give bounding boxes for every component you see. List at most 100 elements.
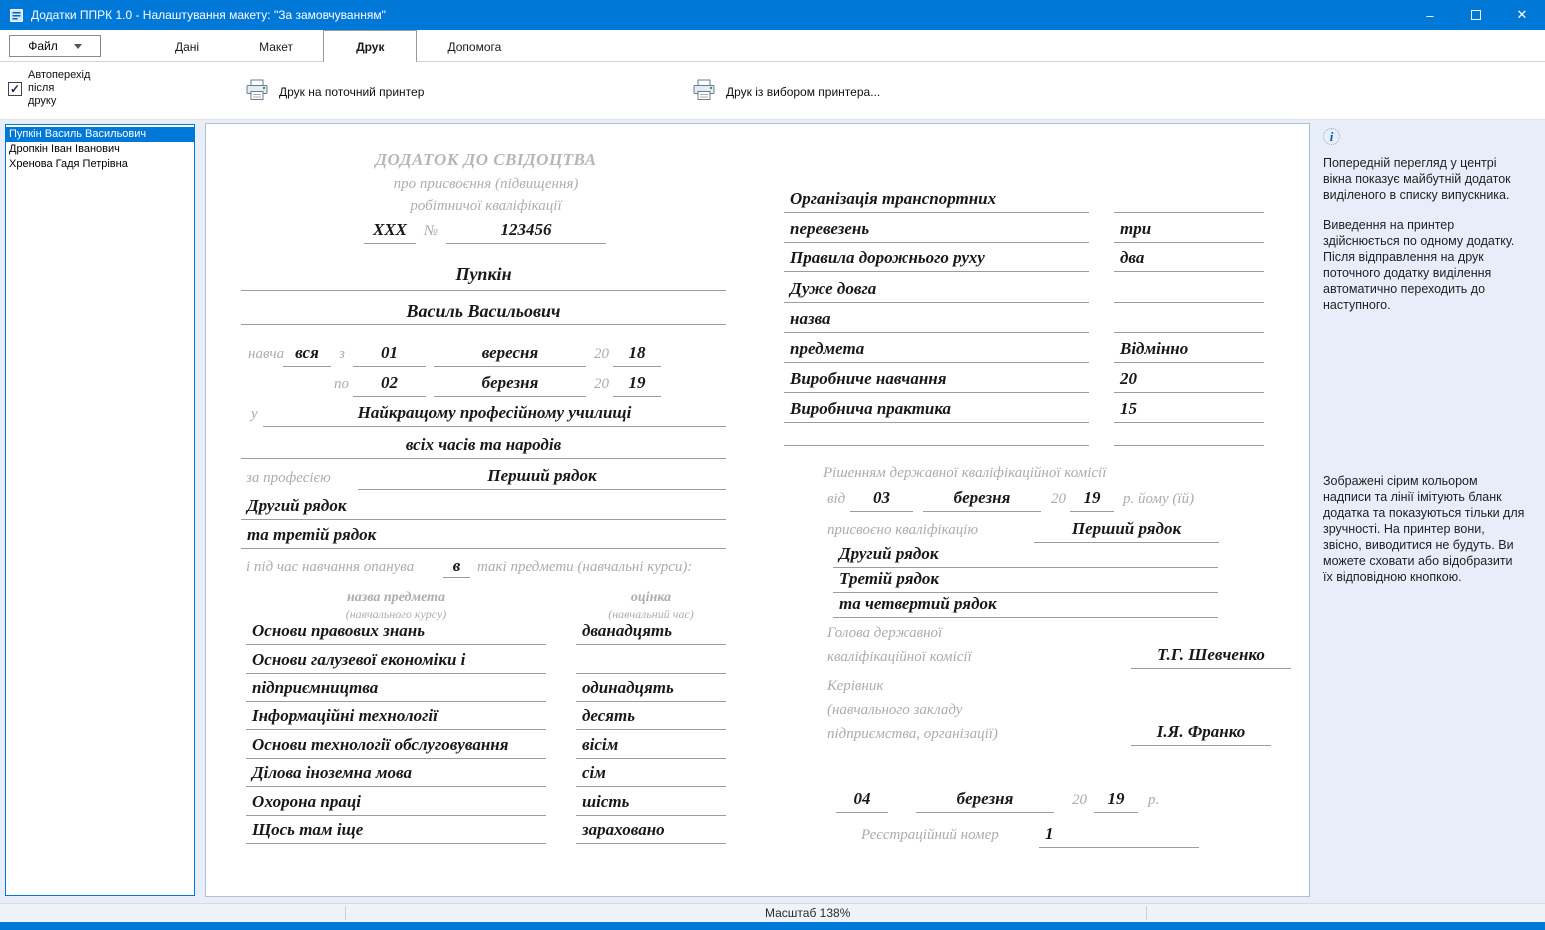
file-menu-dropdown[interactable]: Файл — [9, 35, 101, 57]
list-item-student[interactable]: Пупкін Василь Васильович — [6, 127, 194, 142]
studied-fill-field: вся — [283, 340, 331, 367]
subject-name: Ділова іноземна мова — [246, 760, 546, 787]
chevron-down-icon — [74, 44, 82, 49]
subject-grade — [1114, 186, 1264, 213]
student-list: Пупкін Василь Васильович Дропкін Іван Ів… — [5, 124, 195, 896]
subject-name: Виробниче навчання — [784, 366, 1089, 393]
subject-name: Основи правових знань — [246, 618, 546, 645]
issue-day-field: 04 — [836, 786, 888, 813]
decision-suffix-label: р. йому (їй) — [1123, 491, 1194, 508]
profession-field-2: Другий рядок — [241, 493, 726, 520]
decision-month-field: березня — [923, 485, 1041, 512]
tab-print[interactable]: Друк — [323, 30, 417, 62]
subject-grade: Відмінно — [1114, 336, 1264, 363]
subject-name: підприємництва — [246, 675, 546, 702]
subject-name: Щось там іще — [246, 817, 546, 844]
minimize-button[interactable]: – — [1407, 0, 1453, 30]
studied-prefix-label: навча — [248, 346, 284, 363]
qualification-field-3: Третій рядок — [833, 566, 1218, 593]
file-menu-label: Файл — [28, 39, 58, 53]
close-button[interactable]: ✕ — [1499, 0, 1545, 30]
help-paragraph-2: Виведення на принтер здійснюється по одн… — [1323, 217, 1525, 249]
window-bottom-edge — [0, 922, 1545, 930]
subject-grade: два — [1114, 245, 1264, 272]
column-grade-header: оцінка — [576, 590, 726, 606]
decision-year-field: 19 — [1070, 485, 1114, 512]
from-day-field: 01 — [353, 340, 426, 367]
subject-grade: десять — [576, 703, 726, 730]
window-controls: – ✕ — [1407, 0, 1545, 30]
director-label-2: (навчального закладу — [827, 702, 962, 719]
series-field: XXX — [364, 217, 416, 244]
to-month-field: березня — [434, 370, 586, 397]
certificate-preview: ДОДАТОК ДО СВІДОЦТВА про присвоєння (під… — [205, 123, 1310, 897]
director-signature-field: І.Я. Франко — [1131, 719, 1271, 746]
issue-century-label: 20 — [1072, 792, 1087, 809]
titlebar: Додатки ППРК 1.0 - Налаштування макету: … — [0, 0, 1545, 30]
column-name-header: назва предмета — [246, 590, 546, 606]
qualification-field-4: та четвертий рядок — [833, 591, 1218, 618]
mastered-prefix-label: і під час навчання опанува — [246, 559, 414, 576]
number-field: 123456 — [446, 217, 606, 244]
minimize-icon: – — [1426, 8, 1433, 23]
qualification-field-1: Перший рядок — [1034, 516, 1219, 543]
check-icon: ✓ — [10, 82, 20, 96]
print-current-button[interactable]: Друк на поточний принтер — [236, 75, 432, 108]
subject-name: Охорона праці — [246, 789, 546, 816]
toolbar: ✓ Автоперехід після друку Друк на поточн… — [0, 62, 1545, 120]
issue-month-field: березня — [916, 786, 1054, 813]
surname-field: Пупкін — [241, 261, 726, 291]
subject-name: Організація транспортних — [784, 186, 1089, 213]
subject-grade — [1114, 276, 1264, 303]
zoom-level: Масштаб 138% — [765, 906, 850, 920]
tab-strip: Дані Макет Друк Допомога — [145, 29, 531, 61]
profession-label: за професією — [246, 470, 331, 487]
certificate-subtitle-2: робітничої кваліфікації — [241, 198, 731, 215]
profession-field-1: Перший рядок — [358, 463, 726, 490]
info-icon: i — [1323, 128, 1340, 145]
decision-from-label: від — [827, 491, 845, 508]
director-label-3: підприємства, організації) — [827, 726, 998, 743]
registration-label: Реєстраційний номер — [861, 827, 999, 844]
subject-grade: сім — [576, 760, 726, 787]
decision-day-field: 03 — [850, 485, 913, 512]
subject-name: Основи галузевої економіки і — [246, 647, 546, 674]
tab-help[interactable]: Допомога — [417, 31, 531, 61]
certificate-subtitle-1: про присвоєння (підвищення) — [241, 176, 731, 193]
issue-r-label: р. — [1148, 792, 1159, 809]
help-panel: i Попередній перегляд у центрі вікна пок… — [1323, 128, 1525, 585]
maximize-button[interactable] — [1453, 0, 1499, 30]
statusbar-divider — [1146, 906, 1147, 920]
subject-name: назва — [784, 306, 1089, 333]
list-item-student[interactable]: Дропкін Іван Іванович — [6, 142, 194, 157]
subject-grade: 20 — [1114, 366, 1264, 393]
school-field-2: всіх часів та народів — [241, 432, 726, 459]
subject-grade: дванадцять — [576, 618, 726, 645]
help-paragraph-1: Попередній перегляд у центрі вікна показ… — [1323, 155, 1525, 203]
list-item-student[interactable]: Хренова Гадя Петрівна — [6, 157, 194, 172]
printer-icon — [244, 79, 270, 104]
maximize-icon — [1471, 10, 1481, 20]
print-choose-button[interactable]: Друк із вибором принтера... — [683, 75, 888, 108]
subject-name — [784, 419, 1089, 446]
to-year-field: 19 — [613, 370, 661, 397]
autoswitch-checkbox[interactable]: ✓ — [8, 82, 22, 96]
director-label-1: Керівник — [827, 678, 883, 695]
head-label-1: Голова державної — [827, 625, 942, 642]
printer-select-icon — [691, 79, 717, 104]
subject-name: Інформаційні технології — [246, 703, 546, 730]
number-sign-label: № — [424, 223, 438, 240]
help-paragraph-4: Зображені сірим кольором надписи та ліні… — [1323, 473, 1525, 585]
tab-data[interactable]: Дані — [145, 31, 229, 61]
from-year-field: 18 — [613, 340, 661, 367]
subject-grade: одинадцять — [576, 675, 726, 702]
registration-number-field: 1 — [1039, 821, 1199, 848]
head-label-2: кваліфікаційної комісії — [827, 649, 972, 666]
subject-grade — [1114, 419, 1264, 446]
century-label: 20 — [594, 346, 609, 363]
from-month-field: вересня — [434, 340, 586, 367]
name-field: Василь Васильович — [241, 298, 726, 325]
qualification-field-2: Другий рядок — [833, 541, 1218, 568]
at-label: у — [251, 406, 258, 423]
tab-layout[interactable]: Макет — [229, 31, 323, 61]
